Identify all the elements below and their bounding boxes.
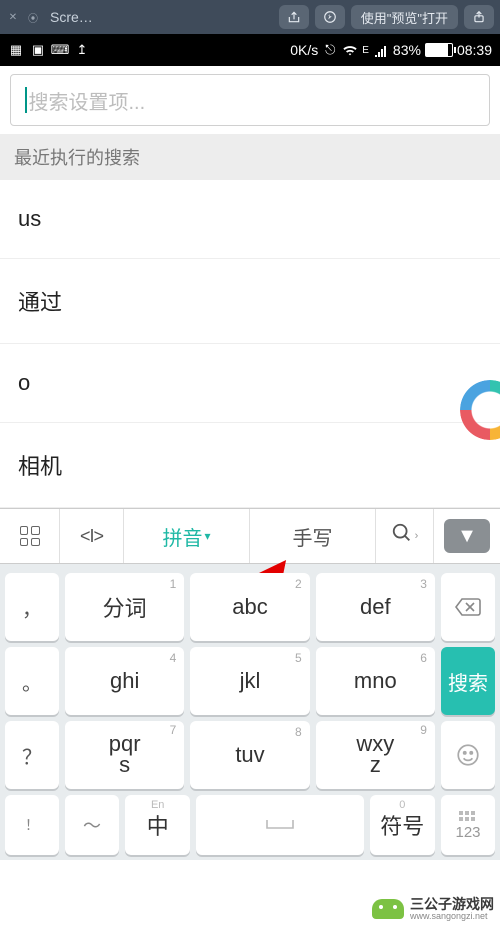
- export-button[interactable]: [464, 5, 494, 29]
- upload-icon: ↥: [74, 42, 90, 58]
- key-period[interactable]: 。: [5, 647, 59, 715]
- key-ghi[interactable]: 4ghi: [65, 647, 184, 715]
- watermark-name: 三公子游戏网: [410, 897, 494, 912]
- android-status-bar: ▦ ▣ ⌨ ↥ 0K/s ⎋ E 83% 08:39: [0, 34, 500, 66]
- window-title: Scre…: [50, 9, 93, 25]
- input-mode-handwrite[interactable]: 手写: [250, 509, 376, 563]
- search-icon: [391, 522, 413, 550]
- window-title-bar: ✕ ⦿ Scre… 使用"预览"打开: [0, 0, 500, 34]
- bluetooth-icon: ⎋: [322, 42, 338, 58]
- watermark-logo: [372, 899, 404, 919]
- key-exclaim[interactable]: ！: [5, 795, 59, 855]
- keyboard-icon: ⌨: [52, 42, 68, 58]
- net-speed: 0K/s: [290, 42, 318, 58]
- grid-icon: [20, 526, 40, 546]
- signal-type: E: [362, 45, 369, 56]
- list-item[interactable]: o: [0, 344, 500, 423]
- search-placeholder: 搜索设置项...: [29, 86, 146, 115]
- backspace-icon: [454, 597, 482, 617]
- keyboard-apps-button[interactable]: [0, 509, 60, 563]
- key-abc[interactable]: 2abc: [190, 573, 309, 641]
- close-window-icon[interactable]: ✕: [6, 10, 20, 24]
- key-segment[interactable]: 1分词: [65, 573, 184, 641]
- key-numswitch[interactable]: 123: [441, 795, 495, 855]
- key-wxyz[interactable]: 9wxy z: [316, 721, 435, 789]
- chevron-down-icon: ▾: [204, 529, 210, 543]
- search-wrap: 搜索设置项...: [0, 66, 500, 134]
- wifi-icon: [342, 42, 358, 58]
- open-with-preview-button[interactable]: 使用"预览"打开: [351, 5, 458, 29]
- key-mno[interactable]: 6mno: [316, 647, 435, 715]
- list-item[interactable]: us: [0, 180, 500, 259]
- watermark-url: www.sangongzi.net: [410, 912, 494, 922]
- key-pqrs[interactable]: 7pqr s: [65, 721, 184, 789]
- key-comma[interactable]: ，: [5, 573, 59, 641]
- clock: 08:39: [457, 42, 492, 58]
- battery-pct: 83%: [393, 42, 421, 58]
- key-search[interactable]: 搜索: [441, 647, 495, 715]
- chevron-down-icon: ▼: [457, 525, 477, 548]
- collapse-keyboard-button[interactable]: ▼: [444, 519, 490, 553]
- key-def[interactable]: 3def: [316, 573, 435, 641]
- notification-icon: ▦: [8, 42, 24, 58]
- cursor-mode-button[interactable]: <I>: [60, 509, 124, 563]
- chevron-right-icon: ›: [415, 530, 419, 542]
- key-question[interactable]: ？: [5, 721, 59, 789]
- emoji-icon: [455, 742, 481, 768]
- edit-button[interactable]: [315, 5, 345, 29]
- keyboard-toolbar: <I> 拼音▾ 手写 › ▼: [0, 508, 500, 564]
- key-backspace[interactable]: [441, 573, 495, 641]
- text-cursor-icon: <I>: [80, 526, 103, 547]
- key-space[interactable]: [196, 795, 363, 855]
- signal-icon: [373, 42, 389, 58]
- space-icon: [265, 818, 295, 832]
- screenshot-icon: ▣: [30, 42, 46, 58]
- input-mode-pinyin[interactable]: 拼音▾: [124, 509, 250, 563]
- key-lang-toggle[interactable]: En中: [125, 795, 190, 855]
- keyboard: ， 1分词 2abc 3def 。 4ghi 5jkl 6mno 搜索 ？ 7p…: [0, 564, 500, 860]
- watermark: 三公子游戏网 www.sangongzi.net: [372, 897, 494, 922]
- key-jkl[interactable]: 5jkl: [190, 647, 309, 715]
- minimize-window-icon[interactable]: ⦿: [26, 10, 40, 24]
- keyboard-search-button[interactable]: ›: [376, 509, 434, 563]
- key-emoji[interactable]: [441, 721, 495, 789]
- key-symbols[interactable]: 0符号: [370, 795, 435, 855]
- key-tuv[interactable]: 8tuv: [190, 721, 309, 789]
- list-item[interactable]: 相机: [0, 423, 500, 508]
- recent-searches-header: 最近执行的搜索: [0, 134, 500, 180]
- search-input[interactable]: 搜索设置项...: [10, 74, 490, 126]
- share-button[interactable]: [279, 5, 309, 29]
- key-tilde[interactable]: ～: [65, 795, 119, 855]
- numpad-icon: [458, 810, 476, 824]
- list-item[interactable]: 通过: [0, 259, 500, 344]
- battery-icon: [425, 43, 453, 57]
